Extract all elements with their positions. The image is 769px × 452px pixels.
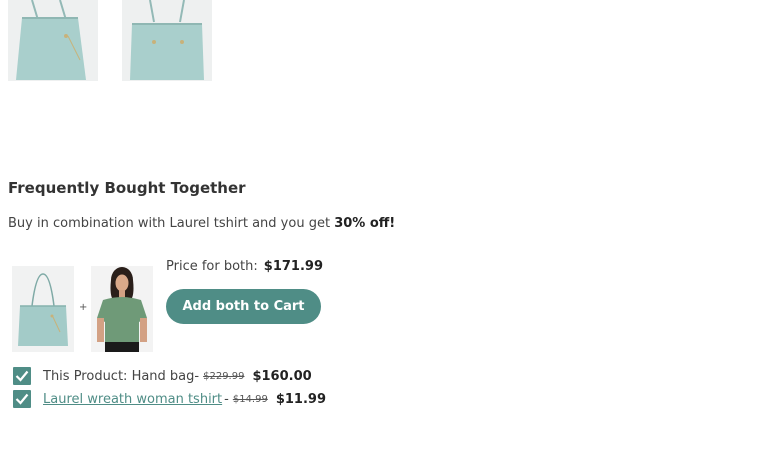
item-old-price: $229.99 bbox=[203, 370, 245, 382]
checkmark-icon bbox=[15, 393, 29, 405]
item-new-price: $160.00 bbox=[252, 368, 312, 384]
product-page: Frequently Bought Together Buy in combin… bbox=[0, 0, 769, 452]
item-checkbox[interactable] bbox=[13, 390, 31, 408]
gallery-thumbnail-2[interactable] bbox=[122, 0, 212, 81]
hand-bag-image bbox=[122, 0, 212, 81]
item-link[interactable]: Laurel wreath woman tshirt bbox=[43, 392, 222, 407]
tshirt-image bbox=[91, 266, 153, 352]
item-separator: - bbox=[224, 391, 229, 407]
price-label: Price for both: bbox=[166, 259, 258, 274]
fbt-subtitle-text: Buy in combination with Laurel tshirt an… bbox=[8, 216, 335, 231]
gallery-thumbnail-1[interactable] bbox=[8, 0, 98, 81]
item-new-price: $11.99 bbox=[275, 391, 326, 407]
item-separator: - bbox=[194, 368, 200, 384]
fbt-item-tshirt: Laurel wreath woman tshirt - $14.99 $11.… bbox=[13, 390, 326, 408]
checkmark-icon bbox=[15, 370, 29, 382]
fbt-item-hand-bag: This Product: Hand bag - $229.99 $160.00 bbox=[13, 367, 312, 385]
add-both-to-cart-button[interactable]: Add both to Cart bbox=[166, 289, 321, 324]
plus-sign: + bbox=[79, 302, 88, 313]
item-old-price: $14.99 bbox=[232, 393, 268, 405]
item-label: This Product: Hand bag bbox=[43, 368, 195, 384]
fbt-discount: 30% off! bbox=[334, 216, 396, 231]
price-for-both: Price for both: $171.99 bbox=[166, 259, 323, 274]
fbt-subtitle: Buy in combination with Laurel tshirt an… bbox=[8, 216, 395, 231]
item-checkbox[interactable] bbox=[13, 367, 31, 385]
combo-image-hand-bag[interactable] bbox=[12, 266, 74, 352]
hand-bag-image bbox=[12, 266, 74, 352]
hand-bag-image bbox=[8, 0, 98, 81]
fbt-title: Frequently Bought Together bbox=[8, 179, 246, 197]
combo-image-tshirt[interactable] bbox=[91, 266, 153, 352]
price-total: $171.99 bbox=[263, 259, 323, 274]
